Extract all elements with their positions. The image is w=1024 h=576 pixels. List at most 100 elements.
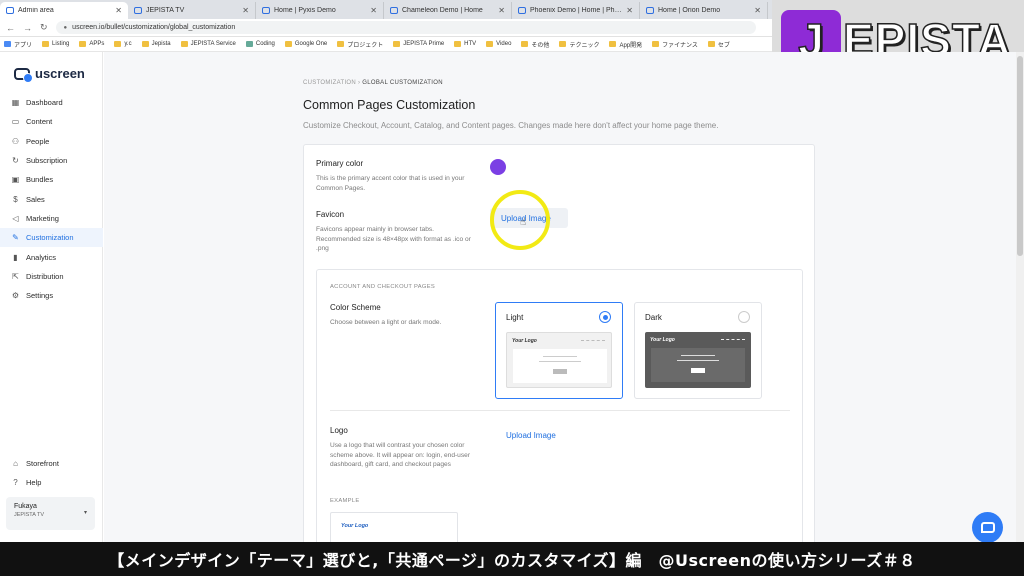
scrollbar-thumb[interactable]	[1017, 56, 1023, 256]
preview-button	[691, 368, 705, 373]
uscreen-favicon-icon	[134, 7, 142, 14]
browser-tab[interactable]: Home | Pyxis Demo ✕	[256, 2, 384, 19]
section-heading: ACCOUNT AND CHECKOUT PAGES	[330, 284, 436, 290]
close-tab-icon[interactable]: ✕	[754, 6, 761, 15]
grid-icon: ▦	[11, 98, 20, 108]
megaphone-icon: ◁	[12, 213, 19, 223]
bookmark-item[interactable]: その他	[521, 40, 549, 49]
bookmark-item[interactable]: HTV	[454, 41, 476, 47]
logo-upload-button[interactable]: Upload Image	[495, 425, 567, 445]
sidebar-item-bundles[interactable]: ▣ Bundles	[0, 170, 103, 189]
folder-icon	[393, 41, 401, 47]
chat-launcher-button[interactable]	[972, 512, 1003, 543]
scheme-radio-dark[interactable]	[738, 311, 750, 323]
light-preview-thumbnail: Your Logo	[506, 332, 612, 388]
browser-tab[interactable]: JEPISTA TV ✕	[128, 2, 256, 19]
storefront-icon: ⌂	[13, 459, 18, 469]
browser-tab[interactable]: Home | Orion Demo ✕	[640, 2, 768, 19]
browser-tab[interactable]: Chameleon Demo | Home ✕	[384, 2, 512, 19]
chevron-down-icon: ▾	[83, 510, 87, 516]
breadcrumb-parent[interactable]: CUSTOMIZATION	[303, 80, 356, 86]
folder-icon	[454, 41, 462, 47]
bookmark-item[interactable]: Coding	[245, 41, 275, 47]
sidebar-item-analytics[interactable]: ▮ Analytics	[0, 247, 103, 266]
close-tab-icon[interactable]: ✕	[242, 6, 249, 15]
uscreen-favicon-icon	[262, 7, 270, 14]
close-tab-icon[interactable]: ✕	[498, 6, 505, 15]
sidebar-item-customization[interactable]: ✎ Customization	[0, 228, 103, 248]
sidebar-item-marketing[interactable]: ◁ Marketing	[0, 209, 103, 228]
uscreen-logo-icon	[14, 67, 33, 83]
example-logo-text: Your Logo	[341, 523, 369, 529]
scheme-option-light[interactable]: Light Your Logo	[495, 302, 623, 399]
page-subtitle: Customize Checkout, Account, Catalog, an…	[303, 121, 719, 130]
hand-cursor-icon: ☝	[520, 217, 527, 228]
sidebar-item-subscription[interactable]: ↻ Subscription	[0, 151, 103, 170]
apps-grid-icon	[4, 41, 11, 47]
bookmark-item[interactable]: Listing	[42, 41, 69, 47]
close-tab-icon[interactable]: ✕	[626, 6, 633, 15]
account-switcher[interactable]: Fukaya JEPISTA TV ▾	[6, 497, 95, 530]
reload-icon[interactable]: ↻	[40, 22, 48, 33]
brand-logo[interactable]: uscreen	[14, 66, 85, 83]
folder-icon	[521, 41, 529, 47]
tab-title: Home | Pyxis Demo	[274, 7, 336, 14]
folder-icon	[707, 41, 715, 47]
primary-color-swatch[interactable]	[490, 159, 506, 175]
folder-icon	[652, 41, 660, 47]
close-tab-icon[interactable]: ✕	[370, 6, 377, 15]
sidebar-item-people[interactable]: ⚇ People	[0, 132, 103, 151]
sidebar-nav: ▦ Dashboard ▭ Content ⚇ People ↻ Subscriptio…	[0, 93, 103, 305]
browser-tab[interactable]: Phoenix Demo | Home | Phoenix ✕	[512, 2, 640, 19]
bookmark-item[interactable]: プロジェクト	[337, 40, 383, 49]
sidebar-bottom-nav: ⌂ Storefront ? Help	[0, 454, 103, 493]
uscreen-favicon-icon	[390, 7, 398, 14]
bookmark-item[interactable]: JEPISTA Service	[180, 41, 236, 47]
folder-icon	[180, 41, 188, 47]
back-icon[interactable]: ←	[6, 23, 15, 33]
uscreen-favicon-icon	[518, 7, 526, 14]
code-icon	[245, 41, 253, 47]
bookmark-item[interactable]: Video	[486, 41, 511, 47]
bookmark-item[interactable]: テクニック	[559, 40, 599, 49]
bookmark-item[interactable]: JEPISTA Prime	[393, 41, 444, 47]
forward-icon[interactable]: →	[23, 23, 32, 33]
account-name: Fukaya	[14, 503, 37, 510]
bookmark-item[interactable]: Jepista	[141, 41, 171, 47]
sidebar-item-distribution[interactable]: ⇱ Distribution	[0, 267, 103, 286]
bookmark-item[interactable]: Google One	[284, 41, 327, 47]
page-scrollbar[interactable]	[1016, 52, 1024, 542]
bookmark-item[interactable]: アプリ	[4, 40, 32, 49]
sidebar-item-settings[interactable]: ⚙ Settings	[0, 286, 103, 305]
sidebar-item-help[interactable]: ? Help	[0, 473, 103, 492]
example-label: EXAMPLE	[330, 498, 360, 504]
folder-icon	[284, 41, 292, 47]
lock-icon: ●	[63, 24, 68, 31]
sidebar-item-content[interactable]: ▭ Content	[0, 112, 103, 131]
bookmark-item[interactable]: y.c	[114, 41, 132, 47]
sidebar-item-sales[interactable]: $ Sales	[0, 189, 103, 208]
uscreen-favicon-icon	[6, 7, 14, 14]
bookmark-item[interactable]: ファイナンス	[652, 40, 698, 49]
bookmark-item[interactable]: APPs	[79, 41, 104, 47]
sidebar-item-storefront[interactable]: ⌂ Storefront	[0, 454, 103, 473]
folder-icon	[609, 41, 617, 47]
url-input[interactable]: ● uscreen.io/bullet/customization/global…	[55, 21, 756, 34]
folder-icon	[486, 41, 494, 47]
brush-icon: ✎	[12, 233, 19, 243]
sidebar-item-dashboard[interactable]: ▦ Dashboard	[0, 93, 103, 112]
account-checkout-section: ACCOUNT AND CHECKOUT PAGES Color Scheme …	[316, 269, 803, 542]
chart-icon: ▮	[13, 252, 18, 262]
preview-body	[513, 349, 607, 383]
uscreen-favicon-icon	[646, 7, 654, 14]
bookmark-item[interactable]: App開発	[609, 40, 642, 49]
browser-tab[interactable]: Admin area ✕	[0, 2, 128, 19]
close-tab-icon[interactable]: ✕	[115, 6, 122, 15]
scheme-option-dark[interactable]: Dark Your Logo	[634, 302, 762, 399]
scheme-radio-light[interactable]	[599, 311, 611, 323]
dark-preview-thumbnail: Your Logo	[645, 332, 751, 388]
color-scheme-label: Color Scheme	[330, 303, 381, 312]
primary-color-help: This is the primary accent color that is…	[316, 175, 465, 192]
bookmark-item[interactable]: セブ	[707, 40, 730, 49]
tab-title: Home | Orion Demo	[658, 7, 721, 14]
